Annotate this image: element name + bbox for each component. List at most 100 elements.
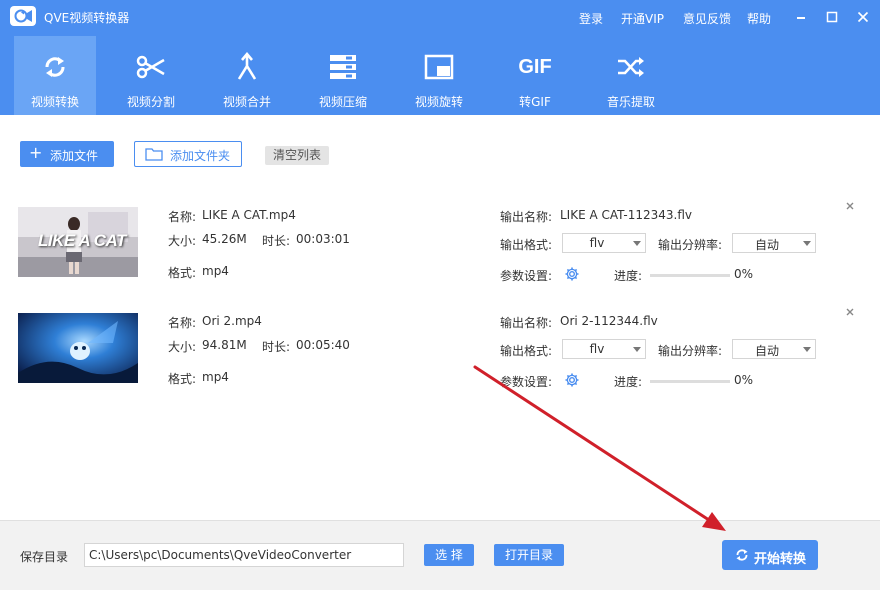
convert-icon (734, 547, 750, 566)
gif-icon: GIF (518, 52, 552, 82)
file-size: 94.81M (202, 338, 247, 352)
progress-label: 进度: (614, 267, 642, 284)
merge-icon (230, 52, 264, 82)
size-label: 大小: (168, 232, 196, 249)
thumbnail-caption: LIKE A CAT (38, 231, 126, 251)
scissors-icon (134, 52, 168, 82)
video-thumbnail: LIKE A CAT (18, 207, 138, 277)
tool-video-split[interactable]: 视频分割 (110, 36, 192, 115)
start-convert-label: 开始转换 (754, 548, 806, 567)
start-convert-button[interactable]: 开始转换 (722, 540, 818, 570)
progress-percent: 0% (734, 373, 753, 387)
output-resolution-value: 自动 (733, 236, 801, 253)
app-title: QVE视频转换器 (44, 9, 129, 26)
format-label: 格式: (168, 264, 196, 281)
file-name: Ori 2.mp4 (202, 314, 262, 328)
file-format: mp4 (202, 370, 229, 384)
maximize-icon[interactable] (824, 9, 840, 25)
tool-video-rotate[interactable]: 视频旋转 (398, 36, 480, 115)
vip-link[interactable]: 开通VIP (621, 10, 664, 27)
app-logo-icon (10, 6, 36, 26)
remove-file-icon[interactable] (844, 200, 856, 212)
chevron-down-icon (803, 347, 811, 352)
clear-list-button[interactable]: 清空列表 (265, 146, 329, 165)
chevron-down-icon (633, 347, 641, 352)
tool-label: 视频合并 (206, 93, 288, 110)
feedback-link[interactable]: 意见反馈 (683, 10, 731, 27)
gear-icon[interactable] (564, 266, 580, 282)
progress-percent: 0% (734, 267, 753, 281)
tool-label: 视频压缩 (302, 93, 384, 110)
chevron-down-icon (633, 241, 641, 246)
add-folder-label: 添加文件夹 (170, 147, 230, 164)
format-label: 格式: (168, 370, 196, 387)
output-name: Ori 2-112344.flv (560, 314, 658, 328)
folder-icon (145, 147, 163, 164)
minimize-icon[interactable] (793, 9, 809, 25)
tool-audio-extract[interactable]: 音乐提取 (590, 36, 672, 115)
shuffle-icon (614, 52, 648, 82)
plus-icon: + (29, 144, 42, 162)
app-header: QVE视频转换器 登录 开通VIP 意见反馈 帮助 视频转换 视频分割 (0, 0, 880, 115)
tool-to-gif[interactable]: GIF 转GIF (494, 36, 576, 115)
output-resolution-select[interactable]: 自动 (732, 339, 816, 359)
file-row: LIKE A CAT 名称: LIKE A CAT.mp4 大小: 45.26M… (0, 207, 880, 287)
output-resolution-select[interactable]: 自动 (732, 233, 816, 253)
duration-label: 时长: (262, 232, 290, 249)
output-format-label: 输出格式: (500, 342, 552, 359)
rotate-icon (422, 52, 456, 82)
compress-icon (326, 52, 360, 82)
params-label: 参数设置: (500, 373, 552, 390)
add-file-label: 添加文件 (50, 147, 98, 164)
gear-icon[interactable] (564, 372, 580, 388)
save-path-input[interactable] (84, 543, 404, 567)
chevron-down-icon (803, 241, 811, 246)
tool-video-convert[interactable]: 视频转换 (14, 36, 96, 115)
open-dir-button[interactable]: 打开目录 (494, 544, 564, 566)
file-name: LIKE A CAT.mp4 (202, 208, 296, 222)
file-format: mp4 (202, 264, 229, 278)
duration-label: 时长: (262, 338, 290, 355)
title-bar: QVE视频转换器 登录 开通VIP 意见反馈 帮助 (0, 0, 880, 34)
output-name-label: 输出名称: (500, 314, 552, 331)
convert-icon (38, 52, 72, 82)
tool-video-compress[interactable]: 视频压缩 (302, 36, 384, 115)
tool-label: 视频旋转 (398, 93, 480, 110)
file-size: 45.26M (202, 232, 247, 246)
progress-bar (650, 274, 730, 277)
file-row: 名称: Ori 2.mp4 大小: 94.81M 时长: 00:05:40 格式… (0, 313, 880, 393)
bottom-bar: 保存目录 选 择 打开目录 开始转换 (0, 520, 880, 590)
tool-label: 转GIF (494, 93, 576, 110)
video-thumbnail (18, 313, 138, 383)
name-label: 名称: (168, 314, 196, 331)
close-window-icon[interactable] (855, 9, 871, 25)
output-name: LIKE A CAT-112343.flv (560, 208, 692, 222)
output-format-select[interactable]: flv (562, 339, 646, 359)
main-toolbar: 视频转换 视频分割 视频合并 视频压缩 视频旋转 (0, 36, 880, 115)
tool-video-merge[interactable]: 视频合并 (206, 36, 288, 115)
file-duration: 00:05:40 (296, 338, 350, 352)
tool-label: 视频转换 (14, 93, 96, 110)
save-dir-label: 保存目录 (20, 548, 68, 565)
output-format-select[interactable]: flv (562, 233, 646, 253)
params-label: 参数设置: (500, 267, 552, 284)
output-resolution-label: 输出分辨率: (658, 236, 722, 253)
name-label: 名称: (168, 208, 196, 225)
output-resolution-value: 自动 (733, 342, 801, 359)
progress-bar (650, 380, 730, 383)
output-name-label: 输出名称: (500, 208, 552, 225)
add-file-button[interactable]: + 添加文件 (20, 141, 114, 167)
file-duration: 00:03:01 (296, 232, 350, 246)
tool-label: 音乐提取 (590, 93, 672, 110)
output-format-value: flv (563, 342, 631, 356)
progress-label: 进度: (614, 373, 642, 390)
size-label: 大小: (168, 338, 196, 355)
add-folder-button[interactable]: 添加文件夹 (134, 141, 242, 167)
login-link[interactable]: 登录 (579, 10, 603, 27)
choose-dir-button[interactable]: 选 择 (424, 544, 474, 566)
remove-file-icon[interactable] (844, 306, 856, 318)
tool-label: 视频分割 (110, 93, 192, 110)
help-link[interactable]: 帮助 (747, 10, 771, 27)
output-resolution-label: 输出分辨率: (658, 342, 722, 359)
output-format-label: 输出格式: (500, 236, 552, 253)
